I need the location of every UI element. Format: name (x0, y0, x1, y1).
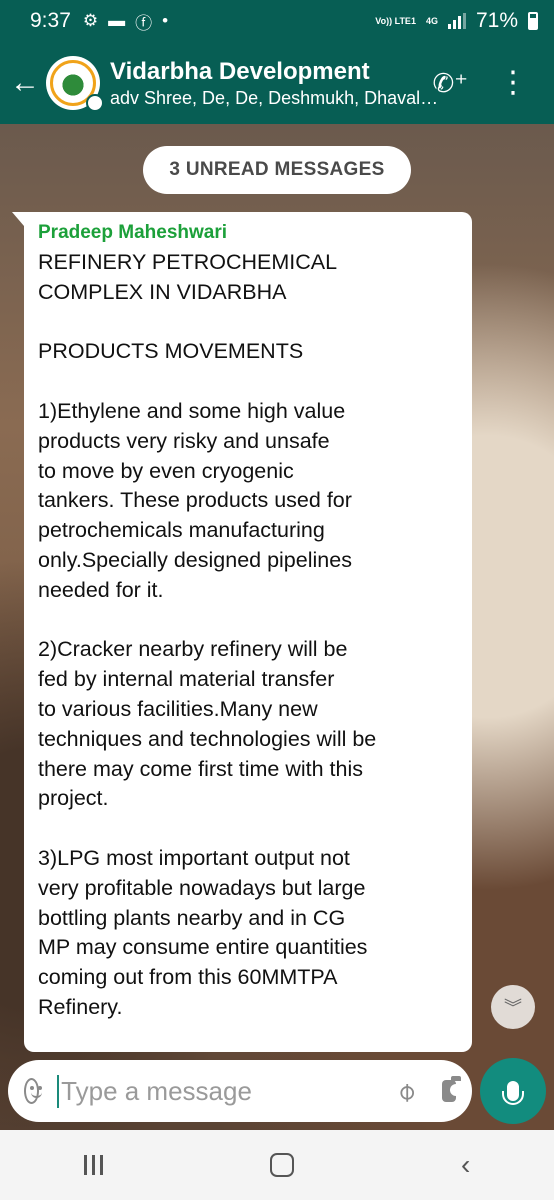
recent-apps-icon[interactable] (83, 1155, 103, 1175)
network-type-indicator: 4G (425, 15, 438, 26)
status-time: 9:37 (30, 9, 71, 32)
status-bar: 9:37 ⚙ ▬ ⓕ • Vo)) LTE1 4G 71% (0, 0, 554, 42)
sender-name[interactable]: Pradeep Maheshwari (38, 222, 458, 244)
add-call-icon[interactable]: ✆⁺ (432, 68, 468, 99)
home-icon[interactable] (269, 1153, 294, 1177)
verified-badge-icon (86, 94, 104, 112)
message-text: REFINERY PETROCHEMICAL COMPLEX IN VIDARB… (38, 250, 377, 1019)
chat-area[interactable]: 3 UNREAD MESSAGES Pradeep Maheshwari REF… (0, 124, 554, 1130)
facebook-notification-icon: ⓕ (135, 13, 153, 33)
voice-message-button[interactable] (480, 1058, 546, 1124)
dot-icon: • (162, 11, 169, 30)
emoji-icon[interactable] (24, 1078, 43, 1104)
battery-icon (528, 12, 538, 30)
participants-list: adv Shree, De, De, Deshmukh, Dhaval,... (110, 87, 440, 108)
mic-icon (502, 1081, 524, 1105)
unread-messages-banner: 3 UNREAD MESSAGES (143, 146, 411, 194)
camera-icon[interactable] (441, 1076, 463, 1102)
chat-title-block[interactable]: Vidarbha Development adv Shree, De, De, … (110, 57, 440, 109)
scroll-down-icon[interactable]: ︾ (491, 985, 535, 1029)
message-input[interactable] (57, 1074, 399, 1108)
message-notification-icon: ▬ (108, 11, 126, 30)
signal-icon (447, 13, 466, 29)
settings-notification-icon: ⚙ (82, 11, 99, 30)
group-avatar[interactable] (46, 56, 104, 112)
back-arrow-icon[interactable]: ← (4, 66, 46, 100)
more-options-icon[interactable]: ⋮ (498, 68, 528, 98)
message-composer: ⌀ (8, 1060, 472, 1122)
battery-percentage: 71% (475, 9, 518, 32)
volte-indicator: Vo)) LTE1 (375, 15, 416, 26)
nav-back-icon[interactable]: ‹ (461, 1149, 470, 1181)
system-navigation-bar: ‹ (0, 1130, 554, 1200)
chat-header: ← Vidarbha Development adv Shree, De, De… (0, 42, 554, 124)
message-bubble[interactable]: Pradeep Maheshwari REFINERY PETROCHEMICA… (12, 212, 472, 1052)
group-name: Vidarbha Development (110, 57, 370, 85)
